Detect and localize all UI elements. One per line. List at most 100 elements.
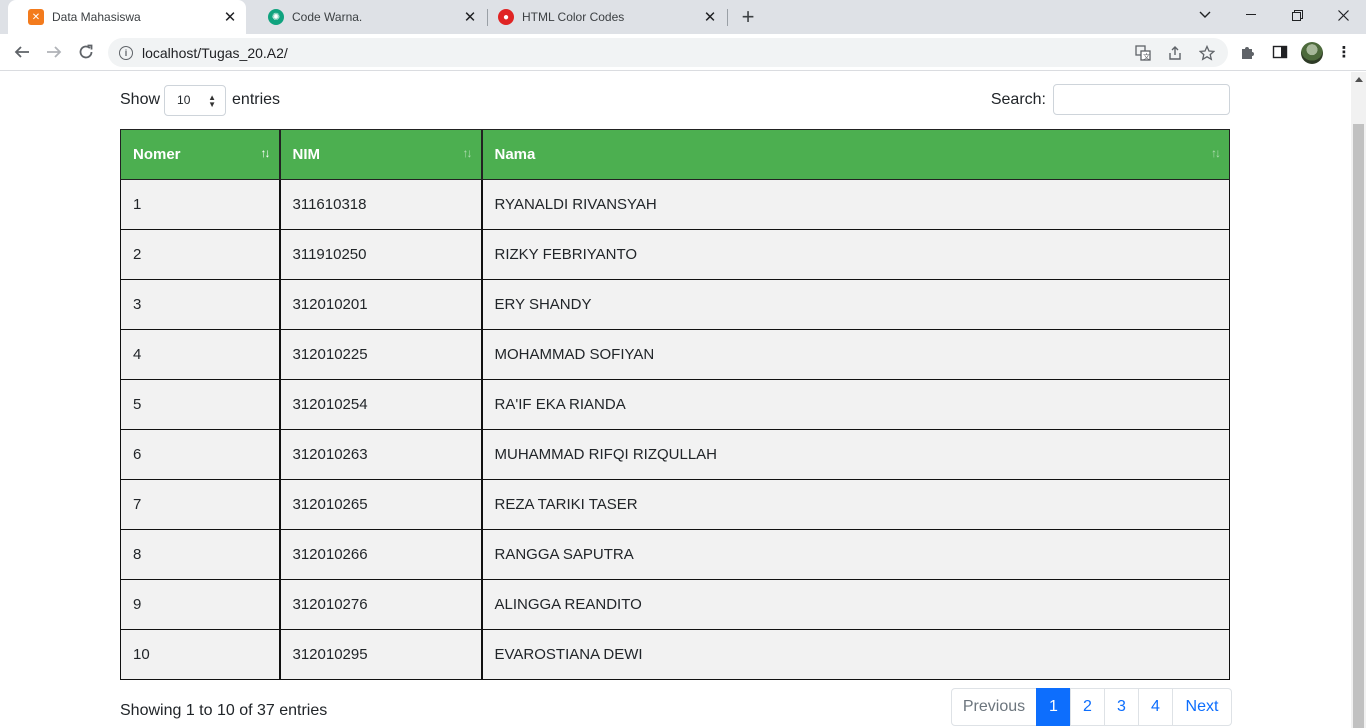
table-header-row: Nomer ↑↓ NIM ↑↓ Nama ↑↓: [120, 129, 1230, 180]
table-row: 3 312010201 ERY SHANDY: [120, 279, 1230, 330]
table-row: 8 312010266 RANGGA SAPUTRA: [120, 529, 1230, 580]
cell-nomer: 9: [120, 579, 281, 630]
tab-code-warna[interactable]: ✺ Code Warna. ✕: [248, 0, 486, 34]
cell-nomer: 7: [120, 479, 281, 530]
cell-nomer: 2: [120, 229, 281, 280]
table-row: 4 312010225 MOHAMMAD SOFIYAN: [120, 329, 1230, 380]
pagination-previous-button[interactable]: Previous: [951, 688, 1037, 726]
tab-title: Data Mahasiswa: [52, 10, 141, 24]
close-window-icon[interactable]: [1320, 0, 1366, 30]
length-prefix-label: Show: [120, 91, 161, 108]
cell-nim: 312010225: [278, 329, 483, 380]
cell-nim: 312010201: [278, 279, 483, 330]
pagination-page-4[interactable]: 4: [1138, 688, 1173, 726]
share-icon[interactable]: [1167, 45, 1183, 61]
xampp-icon: ✕: [28, 9, 44, 25]
cell-nim: 312010295: [278, 629, 483, 680]
reload-icon[interactable]: [72, 38, 100, 66]
extensions-puzzle-icon[interactable]: [1238, 42, 1258, 62]
cell-nomer: 5: [120, 379, 281, 430]
back-arrow-icon[interactable]: [8, 38, 36, 66]
table-search: Search:: [991, 84, 1230, 115]
cell-nama: MOHAMMAD SOFIYAN: [480, 329, 1230, 380]
table-row: 7 312010265 REZA TARIKI TASER: [120, 479, 1230, 530]
sort-arrows-icon: ↑↓: [1211, 146, 1221, 160]
table-row: 2 311910250 RIZKY FEBRIYANTO: [120, 229, 1230, 280]
column-header-nama[interactable]: Nama ↑↓: [480, 129, 1230, 180]
forward-arrow-icon[interactable]: [40, 38, 68, 66]
search-label: Search:: [990, 90, 1046, 108]
cell-nim: 311610318: [278, 179, 483, 230]
tab-data-mahasiswa[interactable]: ✕ Data Mahasiswa ✕: [8, 0, 246, 34]
profile-avatar[interactable]: [1301, 42, 1323, 64]
cell-nomer: 8: [120, 529, 281, 580]
cell-nama: ERY SHANDY: [480, 279, 1230, 330]
tab-title: Code Warna.: [292, 10, 363, 24]
close-tab-icon[interactable]: ✕: [460, 7, 480, 27]
sort-arrows-icon: ↑↓: [260, 146, 271, 160]
page-length-value: 10: [177, 93, 191, 107]
cell-nama: MUHAMMAD RIFQI RIZQULLAH: [480, 429, 1230, 480]
pagination-next-button[interactable]: Next: [1172, 688, 1232, 726]
pagination: Previous 1 2 3 4 Next: [951, 688, 1232, 726]
translate-icon[interactable]: 文: [1135, 45, 1151, 61]
new-tab-icon[interactable]: +: [736, 4, 760, 29]
minimize-icon[interactable]: [1228, 0, 1274, 30]
side-panel-icon[interactable]: [1270, 42, 1290, 62]
cell-nomer: 10: [120, 629, 281, 680]
column-header-nim[interactable]: NIM ↑↓: [278, 129, 483, 180]
site-info-icon[interactable]: i: [119, 45, 133, 60]
column-header-nomer[interactable]: Nomer ↑↓: [120, 129, 281, 180]
length-suffix-label: entries: [232, 91, 281, 108]
search-input[interactable]: [1053, 84, 1230, 115]
pagination-page-1[interactable]: 1: [1036, 688, 1071, 726]
colorcodes-icon: ●: [498, 9, 514, 25]
table-row: 9 312010276 ALINGGA REANDITO: [120, 579, 1230, 630]
tab-title: HTML Color Codes: [522, 10, 625, 24]
cell-nama: ALINGGA REANDITO: [480, 579, 1230, 630]
cell-nama: RA'IF EKA RIANDA: [480, 379, 1230, 430]
cell-nama: RANGGA SAPUTRA: [480, 529, 1230, 580]
cell-nim: 312010263: [278, 429, 483, 480]
table-row: 5 312010254 RA'IF EKA RIANDA: [120, 379, 1230, 430]
tab-html-color-codes[interactable]: ● HTML Color Codes ✕: [488, 0, 726, 34]
cell-nim: 311910250: [278, 229, 483, 280]
pagination-page-2[interactable]: 2: [1070, 688, 1105, 726]
cell-nim: 312010276: [278, 579, 483, 630]
address-bar[interactable]: i localhost/Tugas_20.A2/ 文: [108, 38, 1228, 67]
cell-nomer: 3: [120, 279, 281, 330]
students-table: Nomer ↑↓ NIM ↑↓ Nama ↑↓ 1 311610318 RYANAL…: [120, 129, 1230, 680]
table-info-text: Showing 1 to 10 of 37 entries: [120, 702, 328, 719]
page-scrollbar[interactable]: [1351, 72, 1366, 728]
bookmark-star-icon[interactable]: [1199, 45, 1215, 61]
cell-nomer: 1: [120, 179, 281, 230]
cell-nim: 312010254: [278, 379, 483, 430]
cell-nama: EVAROSTIANA DEWI: [480, 629, 1230, 680]
cell-nama: RYANALDI RIVANSYAH: [480, 179, 1230, 230]
scrollbar-thumb[interactable]: [1353, 124, 1364, 728]
pagination-page-3[interactable]: 3: [1104, 688, 1139, 726]
menu-kebab-icon[interactable]: ⋮: [1334, 42, 1354, 62]
cell-nama: RIZKY FEBRIYANTO: [480, 229, 1230, 280]
restore-icon[interactable]: [1274, 0, 1320, 30]
sort-arrows-icon: ↑↓: [462, 146, 473, 160]
chatgpt-icon: ✺: [268, 9, 284, 25]
cell-nomer: 6: [120, 429, 281, 480]
browser-tab-strip: ✕ Data Mahasiswa ✕ ✺ Code Warna. ✕ ● HTM…: [0, 0, 1366, 34]
page-length-select[interactable]: 10 ▲ ▼: [164, 84, 227, 116]
url-text: localhost/Tugas_20.A2/: [142, 44, 288, 61]
cell-nomer: 4: [120, 329, 281, 380]
browser-toolbar: i localhost/Tugas_20.A2/ 文 ⋮: [0, 34, 1366, 71]
table-row: 1 311610318 RYANALDI RIVANSYAH: [120, 179, 1230, 230]
scroll-up-arrow-icon[interactable]: [1355, 77, 1363, 82]
page-length-control: Show 10 ▲ ▼ entries: [120, 84, 281, 116]
tab-separator: [727, 9, 728, 26]
select-caret-icon: ▲ ▼: [208, 92, 217, 109]
close-tab-icon[interactable]: ✕: [700, 7, 720, 27]
cell-nama: REZA TARIKI TASER: [480, 479, 1230, 530]
cell-nim: 312010266: [278, 529, 483, 580]
table-row: 6 312010263 MUHAMMAD RIFQI RIZQULLAH: [120, 429, 1230, 480]
close-tab-icon[interactable]: ✕: [220, 7, 240, 27]
svg-text:文: 文: [1143, 52, 1150, 61]
tab-search-chevron-icon[interactable]: [1182, 0, 1228, 30]
